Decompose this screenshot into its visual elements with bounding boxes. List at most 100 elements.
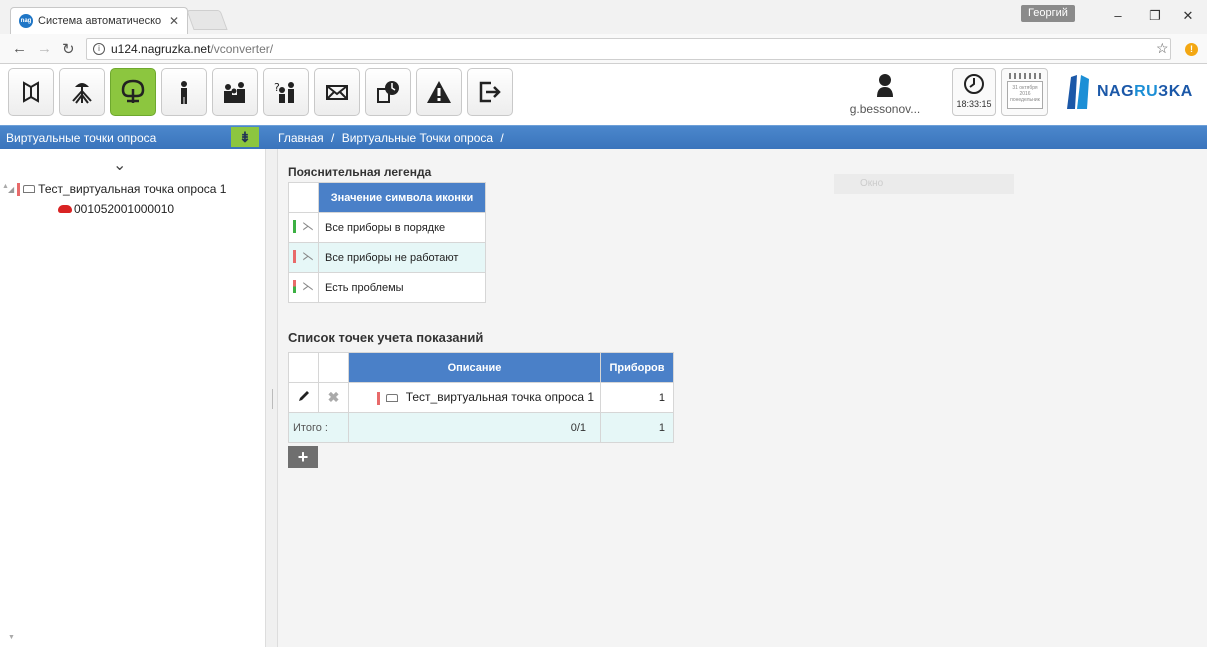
panel-splitter[interactable]	[265, 149, 278, 647]
schedule-icon	[377, 81, 399, 103]
close-tab-icon[interactable]: ✕	[169, 14, 179, 28]
legend-icon-cell: ⋋	[288, 272, 319, 303]
calendar-widget[interactable]: 31 октября 2016 понедельник	[1001, 68, 1048, 116]
legend-label: Все приборы не работают	[318, 242, 486, 273]
breadcrumb-home[interactable]: Главная	[278, 131, 324, 145]
column-header-description[interactable]: Описание	[348, 352, 601, 383]
reload-icon[interactable]: ↻	[62, 40, 75, 58]
delete-button[interactable]: ✖	[318, 382, 349, 413]
legend-table: Значение символа иконки ⋋ Все приборы в …	[288, 182, 486, 303]
edit-button[interactable]	[288, 382, 319, 413]
url-path: /vconverter/	[210, 42, 274, 56]
tree-item-child[interactable]: 001052001000010	[58, 202, 174, 216]
person-button[interactable]	[161, 68, 207, 116]
tab-title: Система автоматическо	[38, 15, 162, 27]
warning-button[interactable]	[416, 68, 462, 116]
breadcrumb-separator: /	[500, 131, 504, 145]
restore-icon[interactable]: ❐	[1145, 8, 1165, 24]
extension-alert-icon[interactable]: !	[1185, 43, 1198, 56]
nagruzka-logo[interactable]: NAGRUЗKA	[1063, 68, 1203, 116]
site-favicon-icon: nag	[19, 14, 33, 28]
group-button[interactable]	[212, 68, 258, 116]
row-description-text: Тест_виртуальная точка опроса 1	[405, 390, 594, 405]
okno-panel: Окно	[834, 174, 1014, 194]
url-input[interactable]: i u124.nagruzka.net/vconverter/	[86, 38, 1171, 60]
svg-text:?: ?	[274, 81, 280, 94]
cloud-icon	[58, 205, 72, 213]
logo-mark-icon	[1067, 75, 1089, 109]
network-button[interactable]	[59, 68, 105, 116]
expand-triangle-icon[interactable]: ◢	[8, 185, 14, 194]
mail-button[interactable]	[314, 68, 360, 116]
clock-widget[interactable]: 18:33:15	[952, 68, 996, 116]
browser-tab[interactable]: nag Система автоматическо ✕	[10, 7, 188, 34]
status-red-icon	[377, 391, 381, 405]
logout-button[interactable]	[467, 68, 513, 116]
clock-icon	[964, 74, 984, 94]
splitter-grip[interactable]	[272, 389, 273, 409]
status-green-icon	[293, 219, 296, 233]
tree-item-root[interactable]: ◢ Тест_виртуальная точка опроса 1	[8, 182, 226, 196]
legend-icon-cell: ⋋	[288, 212, 319, 243]
left-panel-header: Виртуальные точки опроса ⇟	[0, 126, 265, 150]
network-icon	[72, 83, 92, 104]
logo-text: NAGRUЗKA	[1097, 83, 1193, 100]
breadcrumb-current[interactable]: Виртуальные Точки опроса	[342, 131, 493, 145]
minimize-icon[interactable]: –	[1108, 8, 1128, 23]
points-table: Описание Приборов ✖ Тест_виртуальная точ…	[288, 352, 674, 443]
close-window-icon[interactable]: ✕	[1178, 8, 1198, 24]
legend-title: Пояснительная легенда	[288, 165, 432, 179]
breadcrumb: Главная / Виртуальные Точки опроса /	[278, 131, 508, 145]
virtual-point-icon	[386, 394, 399, 403]
legend-icon-cell: ⋋	[288, 242, 319, 273]
legend-header: Значение символа иконки	[318, 182, 486, 213]
forward-icon[interactable]: →	[37, 40, 52, 57]
left-panel: ⌄ ▲ ◢ Тест_виртуальная точка опроса 1 00…	[0, 149, 265, 647]
meter-icon: ⋋	[302, 219, 314, 234]
legend-label: Все приборы в порядке	[318, 212, 486, 243]
column-header-count[interactable]: Приборов	[600, 352, 674, 383]
bookmark-star-icon[interactable]: ☆	[1156, 40, 1169, 57]
calendar-date: 31 октября 2016 понедельник	[1007, 81, 1043, 109]
person-icon	[181, 81, 187, 104]
row-description[interactable]: Тест_виртуальная точка опроса 1	[348, 382, 601, 413]
book-button[interactable]	[8, 68, 54, 116]
left-panel-title: Виртуальные точки опроса	[6, 131, 157, 145]
clock-time: 18:33:15	[956, 99, 992, 109]
pencil-icon	[298, 391, 309, 401]
window-user-badge[interactable]: Георгий	[1021, 5, 1075, 22]
main-content: Пояснительная легенда Значение символа и…	[278, 149, 1207, 647]
header-blank	[318, 352, 349, 383]
legend-row: ⋋ Есть проблемы	[288, 272, 486, 303]
virtual-points-button[interactable]	[110, 68, 156, 116]
total-row: Итого : 0/1 1	[288, 412, 674, 443]
table-row: ✖ Тест_виртуальная точка опроса 1 1	[288, 382, 674, 413]
browser-tabstrip: nag Система автоматическо ✕ Георгий – ❐ …	[0, 0, 1207, 34]
users-question-button[interactable]: ?	[263, 68, 309, 116]
app-toolbar: ? g.bessonov... 18:33:15 31 октября 2016…	[0, 65, 1207, 124]
status-red-icon	[293, 249, 296, 263]
schedule-button[interactable]	[365, 68, 411, 116]
user-profile[interactable]: g.bessonov...	[840, 73, 930, 116]
legend-header-blank	[288, 182, 319, 213]
list-title: Список точек учета показаний	[288, 330, 484, 345]
legend-label: Есть проблемы	[318, 272, 486, 303]
collapse-panel-button[interactable]: ⇟	[231, 127, 259, 147]
tree-item-label: Тест_виртуальная точка опроса 1	[38, 182, 227, 196]
back-icon[interactable]: ←	[12, 40, 27, 57]
tree-icon	[121, 79, 145, 103]
header-blank	[288, 352, 319, 383]
virtual-point-icon	[23, 185, 36, 193]
warning-icon	[427, 81, 451, 103]
url-host: u124.nagruzka.net	[111, 42, 211, 56]
legend-row: ⋋ Все приборы в порядке	[288, 212, 486, 243]
user-name: g.bessonov...	[849, 102, 921, 116]
header-bar: Виртуальные точки опроса ⇟ Главная / Вир…	[0, 125, 1207, 149]
logout-icon	[479, 81, 501, 103]
scroll-down-icon[interactable]: ▼	[8, 634, 15, 641]
user-avatar-icon	[877, 74, 893, 97]
info-icon[interactable]: i	[93, 43, 105, 55]
new-tab-button[interactable]	[186, 10, 228, 30]
chevron-down-icon[interactable]: ⌄	[113, 155, 126, 175]
add-button[interactable]: +	[288, 446, 318, 468]
